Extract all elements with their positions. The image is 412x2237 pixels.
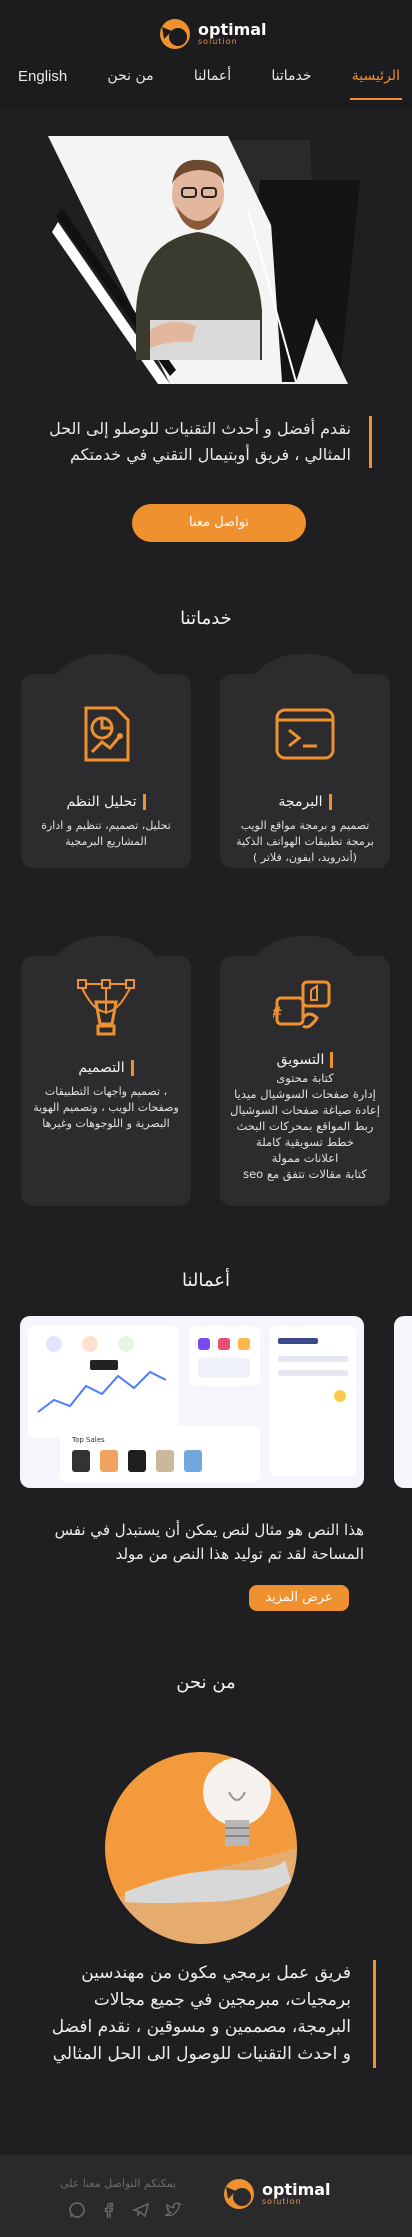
works-title: أعمالنا — [181, 1270, 231, 1291]
card-title: البرمجة — [278, 794, 332, 810]
next-work-preview[interactable] — [394, 1316, 412, 1488]
service-card-systems-analysis[interactable]: تحليل النظم تحليل، تصميم، تنظيم و ادارة … — [21, 654, 191, 868]
card-title: التصميم — [78, 1060, 134, 1076]
show-more-button[interactable]: عرض المزيد — [249, 1585, 349, 1611]
hero-headline: نقدم أفضل و أحدث التقنيات للوصلو إلى الح… — [42, 416, 372, 468]
brand-tagline: solution — [198, 37, 238, 46]
nav-item-works[interactable]: أعمالنا — [194, 62, 231, 100]
service-card-programming[interactable]: البرمجة تصميم و برمجة مواقع الويب برمجة … — [220, 654, 390, 868]
brand-tagline: solution — [262, 2197, 302, 2206]
main-nav: الرئيسية خدماتنا أعمالنا من نحن English — [0, 62, 412, 100]
lightbulb-hand-icon — [105, 1758, 297, 1944]
card-description: تحليل، تصميم، تنظيم و ادارة المشاريع الب… — [41, 819, 171, 848]
about-illustration — [105, 1752, 297, 1944]
site-header: optimal solution الرئيسية خدماتنا أعمالن… — [0, 0, 412, 108]
nav-item-about[interactable]: من نحن — [107, 62, 153, 100]
card-description: ، تصميم واجهات التطبيقات وصفحات الويب ، … — [33, 1085, 179, 1130]
about-title: من نحن — [176, 1672, 236, 1693]
social-links — [68, 2201, 182, 2219]
site-footer: optimal solution يمكنكم التواصل معنا على — [0, 2155, 412, 2237]
brand-logo[interactable]: optimal solution — [158, 14, 267, 54]
hero-image — [48, 136, 360, 384]
service-card-design[interactable]: التصميم ، تصميم واجهات التطبيقات وصفحات … — [21, 936, 191, 1206]
nav-item-services[interactable]: خدماتنا — [271, 62, 311, 100]
works-description: هذا النص هو مثال لنص يمكن أن يستبدل في ن… — [54, 1521, 364, 1563]
language-switch[interactable]: English — [18, 62, 67, 100]
facebook-icon[interactable] — [100, 2201, 118, 2219]
card-description: تصميم و برمجة مواقع الويب برمجة تطبيقات … — [236, 819, 374, 864]
analytics-report-icon — [74, 702, 138, 766]
card-title: التسويق — [276, 1052, 334, 1068]
services-title: خدماتنا — [180, 608, 232, 629]
brand-name: optimal — [198, 20, 267, 39]
brand-name: optimal — [262, 2180, 331, 2199]
card-description: كتابة محتوى إدارة صفحات السوشيال ميديا إ… — [230, 1071, 380, 1181]
top-sales-label: Top Sales — [71, 1436, 105, 1444]
pen-tool-design-icon — [74, 976, 138, 1040]
whatsapp-icon[interactable] — [68, 2201, 86, 2219]
service-card-marketing[interactable]: # التسويق كتابة محتوى إدارة صفحات السوشي… — [220, 936, 390, 1206]
svg-text:#: # — [273, 1003, 283, 1022]
logo-mark-icon — [158, 17, 192, 51]
footer-contact-text: يمكنكم التواصل معنا على — [60, 2177, 177, 2190]
code-window-icon — [273, 702, 337, 766]
about-description: فريق عمل برمجي مكون من مهندسين برمجيات، … — [46, 1960, 376, 2068]
work-preview-image[interactable]: Top Sales — [20, 1316, 364, 1488]
card-title: تحليل النظم — [66, 794, 146, 810]
social-marketing-icon: # — [270, 976, 337, 1040]
logo-mark-icon — [222, 2177, 256, 2211]
nav-item-home[interactable]: الرئيسية — [349, 62, 403, 100]
twitter-icon[interactable] — [163, 2201, 182, 2219]
footer-brand-logo[interactable]: optimal solution — [222, 2177, 331, 2211]
hero-illustration — [0, 120, 412, 400]
contact-us-button[interactable]: تواصل معنا — [132, 504, 306, 542]
telegram-icon[interactable] — [131, 2201, 150, 2219]
dashboard-mockup: Top Sales — [28, 1326, 356, 1482]
